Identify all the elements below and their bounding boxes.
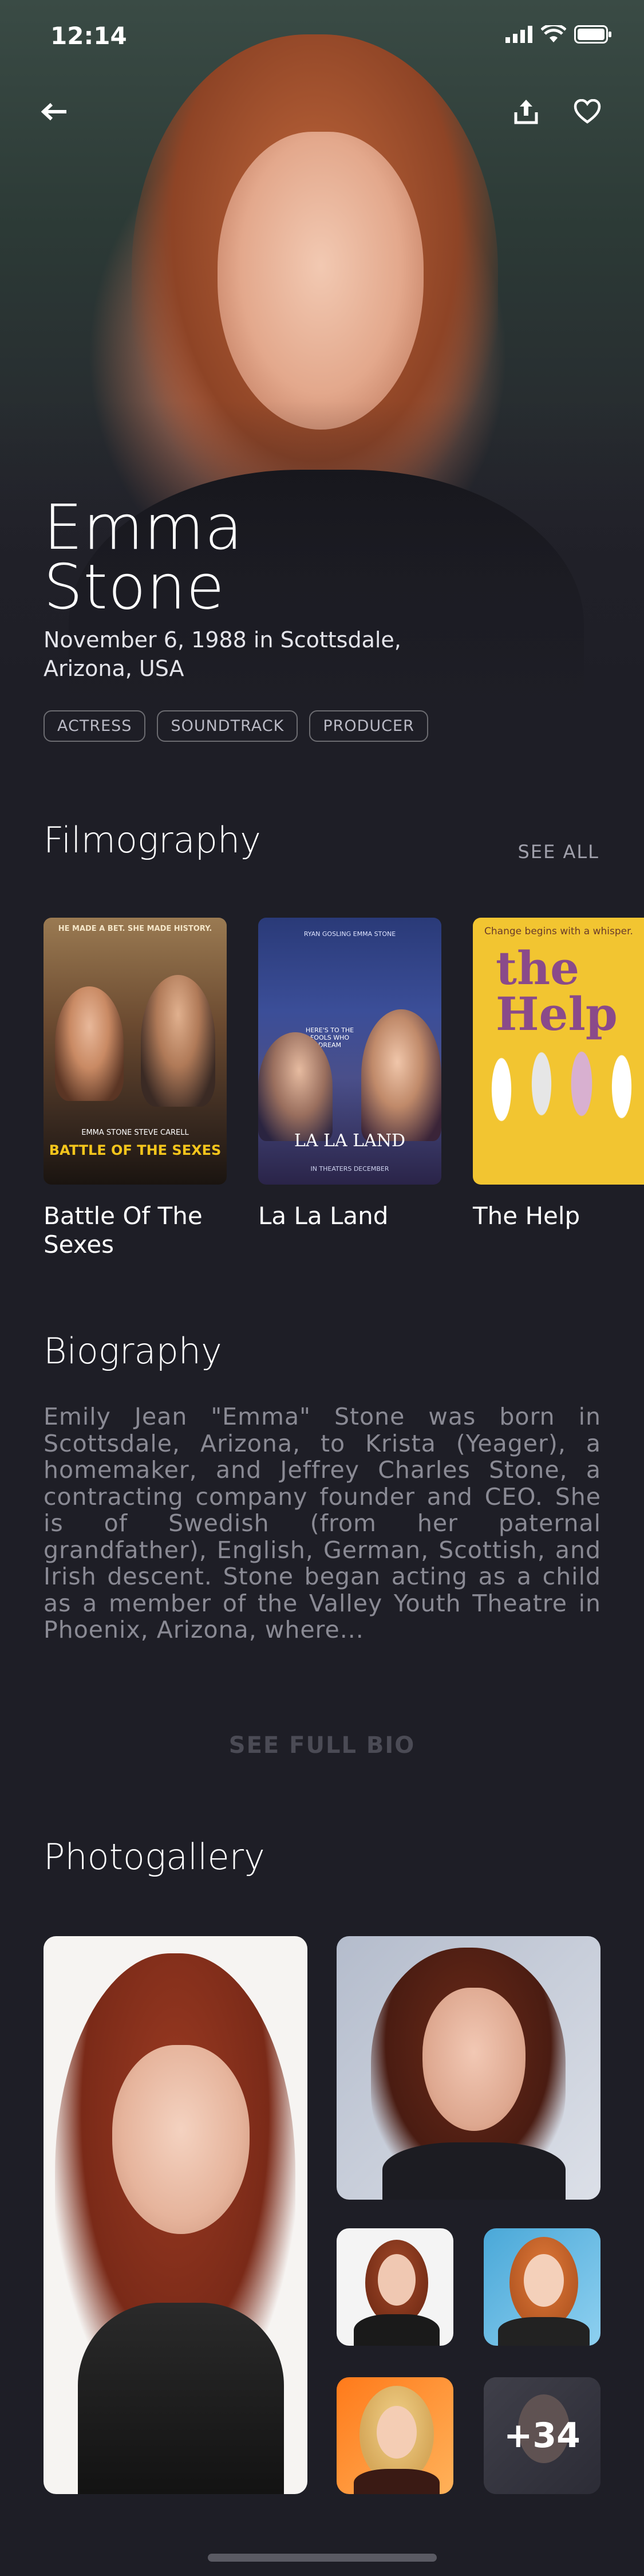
share-icon	[514, 100, 538, 124]
more-photos-count: +34	[484, 2377, 600, 2494]
photo-top	[382, 2142, 566, 2200]
photo-face	[378, 2254, 416, 2306]
film-card-the-help[interactable]: Change begins with a whisper. the Help T…	[473, 918, 644, 1230]
tag-actress[interactable]: ACTRESS	[44, 710, 146, 742]
photo-top	[498, 2317, 590, 2346]
poster-tagline: HE MADE A BET. SHE MADE HISTORY.	[58, 925, 212, 933]
wifi-icon	[541, 25, 566, 42]
photo-face	[112, 2045, 250, 2234]
status-time: 12:14	[50, 22, 127, 50]
biography-text: Emily Jean "Emma" Stone was born in Scot…	[44, 1403, 601, 1643]
photo-face	[422, 1988, 526, 2131]
status-icons	[505, 25, 612, 44]
gallery-photo-more[interactable]: +34	[484, 2377, 600, 2494]
poster-figure-right	[141, 975, 215, 1107]
film-card-battle-of-the-sexes[interactable]: HE MADE A BET. SHE MADE HISTORY. EMMA ST…	[44, 918, 227, 1259]
poster-the-help: Change begins with a whisper. the Help	[473, 918, 644, 1185]
photo-face	[524, 2254, 564, 2307]
back-button[interactable]	[34, 92, 74, 132]
film-title: The Help	[473, 1202, 580, 1230]
poster-figure-right	[361, 1009, 441, 1141]
heart-icon	[574, 99, 601, 124]
birth-line-2: Arizona, USA	[44, 656, 184, 681]
gallery-photo-2[interactable]	[337, 1936, 600, 2200]
gallery-photo-3[interactable]	[337, 2228, 453, 2346]
tag-producer[interactable]: PRODUCER	[309, 710, 428, 742]
film-card-la-la-land[interactable]: RYAN GOSLING EMMA STONE HERE'S TO THE FO…	[258, 918, 441, 1230]
poster-cast: EMMA STONE STEVE CARELL	[81, 1128, 189, 1137]
poster-la-la-land: RYAN GOSLING EMMA STONE HERE'S TO THE FO…	[258, 918, 441, 1185]
favorite-button[interactable]	[567, 92, 607, 132]
poster-battle-of-the-sexes: HE MADE A BET. SHE MADE HISTORY. EMMA ST…	[44, 918, 227, 1185]
biography-title: Biography	[44, 1330, 222, 1372]
photo-face	[377, 2406, 417, 2459]
poster-title: BATTLE OF THE SEXES	[49, 1142, 222, 1158]
signal-icon	[505, 26, 532, 43]
poster-figure-left	[258, 1032, 333, 1141]
film-title: La La Land	[258, 1202, 389, 1230]
tag-soundtrack[interactable]: SOUNDTRACK	[157, 710, 298, 742]
photogallery-title: Photogallery	[44, 1836, 265, 1878]
last-name: Stone	[44, 552, 225, 623]
gallery-photo-4[interactable]	[484, 2228, 600, 2346]
actor-name: Emma Stone	[44, 492, 387, 623]
share-button[interactable]	[506, 92, 546, 132]
photo-top	[354, 2469, 440, 2494]
birth-line-1: November 6, 1988 in Scottsdale,	[44, 627, 401, 652]
hero-face	[218, 132, 424, 430]
film-title: Battle Of The Sexes	[44, 1202, 203, 1258]
poster-tagline: Change begins with a whisper.	[484, 926, 633, 937]
photo-top	[78, 2303, 284, 2494]
battery-icon	[574, 25, 611, 44]
poster-cast: RYAN GOSLING EMMA STONE	[303, 930, 396, 938]
poster-figure-left	[55, 986, 124, 1101]
arrow-left-icon	[41, 103, 66, 121]
see-all-button[interactable]: SEE ALL	[518, 841, 599, 863]
filmography-title: Filmography	[44, 819, 261, 861]
photo-top	[354, 2314, 440, 2346]
poster-date: IN THEATERS DECEMBER	[310, 1165, 389, 1173]
birth-info: November 6, 1988 in Scottsdale, Arizona,…	[44, 626, 444, 683]
poster-title: LA LA LAND	[294, 1131, 406, 1151]
home-indicator[interactable]	[208, 2554, 437, 2562]
see-full-bio-button[interactable]: SEE FULL BIO	[0, 1732, 644, 1759]
gallery-photo-5[interactable]	[337, 2377, 453, 2494]
gallery-photo-1[interactable]	[44, 1936, 307, 2494]
profession-tags: ACTRESS SOUNDTRACK PRODUCER	[44, 710, 428, 742]
poster-figures	[484, 1021, 644, 1135]
first-name: Emma	[44, 492, 243, 564]
